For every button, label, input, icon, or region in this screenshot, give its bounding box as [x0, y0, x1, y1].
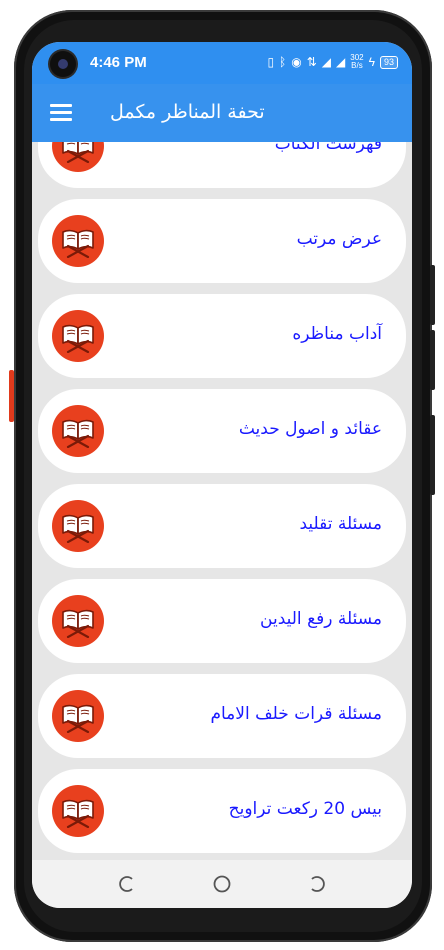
list-item-label: بيس 20 رکعت تراويح [228, 799, 382, 819]
quran-book-icon [52, 690, 104, 742]
list-item-label: آداب مناظره [292, 324, 382, 344]
list-item[interactable]: عرض مرتب [38, 199, 406, 283]
status-time: 4:46 PM [90, 54, 147, 71]
back-icon[interactable] [308, 875, 326, 893]
list-item-label: عرض مرتب [296, 229, 382, 249]
list-item[interactable]: مسئلة تقليد [38, 484, 406, 568]
front-camera [50, 51, 76, 77]
quran-book-icon [52, 215, 104, 267]
signal-bars-icon: ◢ [336, 55, 346, 69]
app-bar: تحفة المناظر مكمل [32, 84, 412, 142]
bluetooth-icon: ᛒ [279, 55, 287, 69]
list-item-label: عقائد و اصول حديث [238, 419, 382, 439]
4g-signal-icon: ◢ [321, 55, 332, 69]
quran-book-icon [52, 785, 104, 837]
list-item[interactable]: مسئلة رفع اليدين [38, 579, 406, 663]
quran-book-icon [52, 142, 104, 172]
home-icon[interactable] [213, 875, 231, 893]
data-arrows-icon: ⇅ [306, 55, 317, 69]
list-item[interactable]: عقائد و اصول حديث [38, 389, 406, 473]
recents-icon[interactable] [118, 875, 136, 893]
hotspot-icon: ◉ [291, 55, 302, 69]
hamburger-menu-icon[interactable] [50, 104, 72, 122]
quran-book-icon [52, 310, 104, 362]
side-key [430, 330, 435, 390]
vibrate-icon: ▯ [267, 55, 275, 69]
list-item-label: مسئلة تقليد [299, 514, 382, 534]
list-item-label: فهرست الکتاب [274, 142, 382, 154]
quran-book-icon [52, 500, 104, 552]
net-speed-unit: B/s [351, 61, 363, 70]
list-item[interactable]: بيس 20 رکعت تراويح [38, 769, 406, 853]
quran-book-icon [52, 595, 104, 647]
volume-button [9, 370, 14, 422]
charging-icon: ϟ [368, 55, 375, 69]
screen: 4:46 PM ▯ ᛒ ◉ ⇅ ◢ ◢ 302 B/s ϟ 93 تحفة ال… [32, 42, 412, 908]
power-button [430, 265, 435, 325]
list-item-label: مسئلة قرات خلف الامام [210, 704, 382, 724]
list-item-label: مسئلة رفع اليدين [260, 609, 382, 629]
side-key [430, 415, 435, 495]
list-item[interactable]: آداب مناظره [38, 294, 406, 378]
app-title: تحفة المناظر مكمل [110, 101, 265, 123]
list-item[interactable]: فهرست الکتاب [38, 142, 406, 188]
network-speed: 302 B/s [350, 54, 363, 70]
list-item[interactable]: مسئلة قرات خلف الامام [38, 674, 406, 758]
chapter-list[interactable]: فهرست الکتاب عرض مرتب آداب مناظره عقائد … [32, 142, 412, 860]
battery-level: 93 [379, 55, 398, 69]
status-icons: ▯ ᛒ ◉ ⇅ ◢ ◢ 302 B/s ϟ 93 [267, 54, 398, 70]
status-bar: 4:46 PM ▯ ᛒ ◉ ⇅ ◢ ◢ 302 B/s ϟ 93 [32, 42, 412, 84]
system-nav-bar [32, 860, 412, 908]
quran-book-icon [52, 405, 104, 457]
